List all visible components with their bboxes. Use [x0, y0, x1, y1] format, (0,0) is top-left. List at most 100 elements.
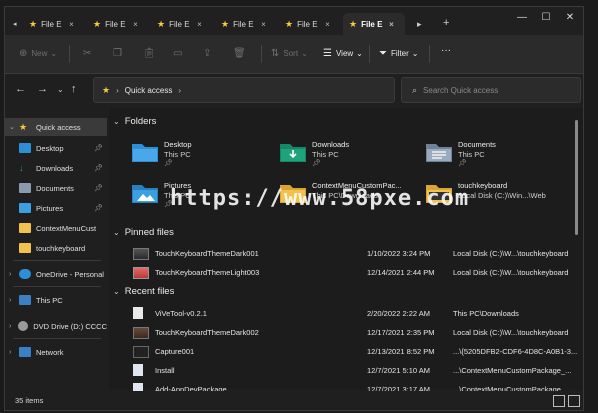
chevron-right-icon: ›	[178, 85, 181, 95]
search-icon: ⌕	[412, 84, 418, 95]
tiles-view-icon[interactable]	[568, 395, 580, 407]
filter-icon: ⏷	[379, 48, 387, 59]
chevron-down-icon[interactable]: ⌄	[9, 123, 19, 131]
command-bar: ⊕ New ⌄ ✂ ❐ 📋︎ ▭ ⇪ 🗑︎ ⇅ Sort ⌄ ☰ View ⌄ ⏷ Filte…	[5, 35, 583, 74]
content-pane: ⌄ Folders Desktop This PC 📌︎ Downloads Th…	[109, 108, 583, 395]
new-tab-button[interactable]: +	[443, 17, 449, 29]
pin-icon: 📌︎	[94, 145, 103, 152]
paste-button[interactable]: 📋︎	[143, 48, 160, 59]
tab-file-explorer-3[interactable]: ★ File E ×	[151, 13, 202, 35]
chevron-down-icon: ⌄	[301, 49, 308, 58]
close-window-button[interactable]: ✕	[559, 7, 581, 27]
downloads-folder-icon	[280, 144, 306, 162]
file-row[interactable]: ViVeTool-v0.2.1 2/20/2022 2:22 AM This P…	[129, 304, 577, 322]
pictures-folder-icon	[132, 185, 158, 203]
tab-close-icon[interactable]: ×	[389, 20, 394, 29]
navigation-pane: ⌄ ★ Quick access Desktop 📌︎ ↓ Downloads 📌︎ Do…	[5, 108, 107, 390]
rename-button[interactable]: ▭	[173, 48, 186, 59]
star-icon: ★	[29, 18, 38, 29]
pin-icon: 📌︎	[312, 160, 321, 167]
sidebar-item-desktop[interactable]: Desktop 📌︎	[5, 139, 107, 157]
image-file-icon	[133, 346, 149, 358]
file-row[interactable]: TouchKeyboardThemeDark002 12/17/2021 2:3…	[129, 323, 577, 341]
status-bar: 35 items	[5, 391, 583, 410]
folder-icon	[19, 223, 31, 233]
tab-bar: ★ File E × ★ File E × ★ File E × ★ File E × ★ Fil…	[5, 7, 583, 35]
search-box[interactable]: ⌕ Search Quick access	[401, 77, 581, 103]
file-row[interactable]: TouchKeyboardThemeLight003 12/14/2021 2:…	[129, 263, 577, 281]
zip-file-icon	[133, 307, 143, 319]
share-button[interactable]: ⇪	[203, 48, 215, 59]
tab-file-explorer-active[interactable]: ★ File E ×	[343, 13, 405, 35]
folder-tile-downloads[interactable]: Downloads This PC 📌︎	[279, 138, 419, 178]
tab-scroll-right-icon[interactable]: ▸	[417, 19, 422, 30]
sort-icon: ⇅	[271, 48, 280, 59]
chevron-right-icon[interactable]: ›	[9, 271, 19, 278]
section-folders-header[interactable]: ⌄ Folders	[113, 116, 156, 127]
cut-button[interactable]: ✂	[83, 48, 95, 59]
chevron-right-icon[interactable]: ›	[9, 349, 19, 356]
breadcrumb-quick-access[interactable]: Quick access	[125, 86, 173, 95]
tab-close-icon[interactable]: ×	[325, 20, 330, 29]
folder-tile-documents[interactable]: Documents This PC 📌︎	[425, 138, 565, 178]
file-row[interactable]: Capture001 12/13/2021 8:52 PM ...\{5205D…	[129, 342, 577, 360]
new-button[interactable]: ⊕ New ⌄	[19, 48, 57, 59]
maximize-button[interactable]: ☐	[535, 7, 557, 27]
tab-close-icon[interactable]: ×	[261, 20, 266, 29]
delete-button[interactable]: 🗑︎	[233, 48, 250, 59]
tab-close-icon[interactable]: ×	[69, 20, 74, 29]
tab-close-icon[interactable]: ×	[133, 20, 138, 29]
sidebar-item-dvd-drive[interactable]: › DVD Drive (D:) CCCC	[5, 317, 107, 335]
sidebar-item-contextmenucust[interactable]: ContextMenuCust	[5, 219, 107, 237]
computer-icon	[19, 295, 31, 305]
minimize-button[interactable]: —	[511, 7, 533, 27]
pin-icon: 📌︎	[164, 160, 173, 167]
vertical-scrollbar[interactable]	[575, 120, 578, 235]
share-icon: ⇪	[203, 48, 212, 59]
filter-button[interactable]: ⏷ Filter ⌄	[379, 48, 418, 59]
chevron-right-icon: ›	[116, 85, 119, 95]
section-pinned-files-header[interactable]: ⌄ Pinned files	[113, 227, 174, 238]
star-icon: ★	[349, 18, 358, 29]
up-arrow-icon[interactable]: ↑	[71, 83, 77, 95]
file-row[interactable]: Add-AppDevPackage 12/7/2021 3:17 AM ...\…	[129, 380, 577, 395]
file-row[interactable]: Install 12/7/2021 5:10 AM ...\ContextMen…	[129, 361, 577, 379]
script-file-icon	[133, 364, 143, 376]
star-icon: ★	[102, 84, 111, 95]
copy-button[interactable]: ❐	[113, 48, 126, 59]
trash-icon: 🗑︎	[233, 48, 246, 59]
image-file-icon	[133, 327, 149, 339]
view-button[interactable]: ☰ View ⌄	[323, 48, 363, 59]
folder-tile-desktop[interactable]: Desktop This PC 📌︎	[131, 138, 271, 178]
back-arrow-icon[interactable]: ←	[15, 83, 26, 95]
sidebar-item-onedrive[interactable]: › OneDrive - Personal	[5, 265, 107, 283]
file-row[interactable]: TouchKeyboardThemeDark001 1/10/2022 3:24…	[129, 244, 577, 262]
watermark-text: https://www.58pxe.com	[170, 186, 470, 211]
star-icon: ★	[285, 18, 294, 29]
more-options-button[interactable]: ···	[441, 45, 451, 56]
details-view-icon[interactable]	[553, 395, 565, 407]
sidebar-item-documents[interactable]: Documents 📌︎	[5, 179, 107, 197]
chevron-right-icon[interactable]: ›	[9, 323, 18, 330]
tab-file-explorer-2[interactable]: ★ File E ×	[87, 13, 138, 35]
new-icon: ⊕	[19, 48, 28, 59]
tab-file-explorer-1[interactable]: ★ File E ×	[23, 13, 74, 35]
section-recent-files-header[interactable]: ⌄ Recent files	[113, 286, 174, 297]
tab-file-explorer-4[interactable]: ★ File E ×	[215, 13, 266, 35]
sidebar-item-pictures[interactable]: Pictures 📌︎	[5, 199, 107, 217]
chevron-right-icon[interactable]: ›	[9, 297, 19, 304]
network-icon	[19, 347, 31, 357]
sort-button[interactable]: ⇅ Sort ⌄	[271, 48, 308, 59]
tab-close-icon[interactable]: ×	[197, 20, 202, 29]
tab-scroll-left-icon[interactable]: ◂	[13, 20, 17, 28]
sidebar-item-touchkeyboard[interactable]: touchkeyboard	[5, 239, 107, 257]
forward-arrow-icon[interactable]: →	[37, 83, 48, 95]
sidebar-item-this-pc[interactable]: › This PC	[5, 291, 107, 309]
recent-locations-icon[interactable]: ⌄	[57, 85, 64, 94]
sidebar-item-quick-access[interactable]: ⌄ ★ Quick access	[5, 118, 107, 136]
tab-file-explorer-5[interactable]: ★ File E ×	[279, 13, 330, 35]
address-bar[interactable]: ★ › Quick access ›	[93, 77, 395, 103]
sidebar-item-network[interactable]: › Network	[5, 343, 107, 361]
pin-icon: 📌︎	[94, 165, 103, 172]
sidebar-item-downloads[interactable]: ↓ Downloads 📌︎	[5, 159, 107, 177]
